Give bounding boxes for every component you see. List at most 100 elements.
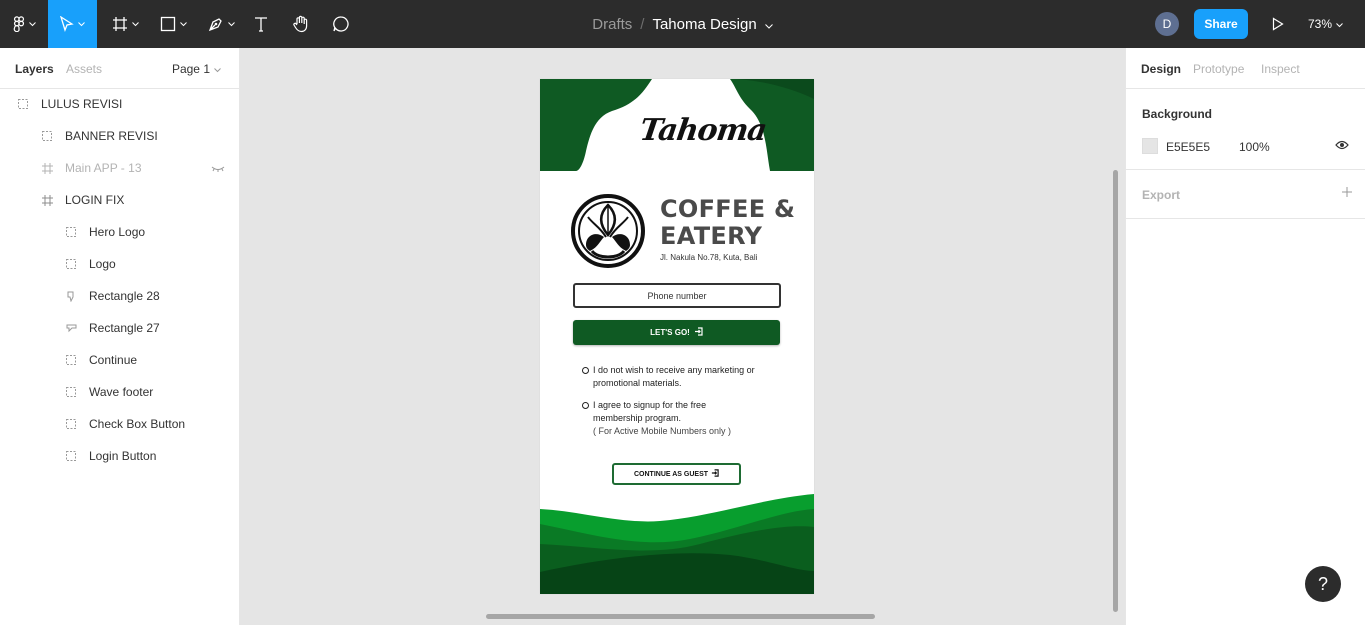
layer-row[interactable]: Login Button [0, 440, 239, 472]
layer-row[interactable]: Main APP - 13 [0, 152, 239, 184]
tab-prototype[interactable]: Prototype [1193, 62, 1244, 76]
layer-label: Rectangle 28 [89, 289, 160, 303]
background-hex-value[interactable]: E5E5E5 [1166, 140, 1210, 154]
top-toolbar: Drafts / Tahoma Design D Share 73% [0, 0, 1365, 48]
main-menu-button[interactable] [0, 0, 48, 48]
checkbox-label: I do not wish to receive any marketing o… [593, 365, 755, 375]
layer-label: Hero Logo [89, 225, 146, 239]
eye-closed-icon[interactable] [211, 162, 225, 176]
background-opacity[interactable]: 100% [1239, 140, 1270, 154]
horizontal-scrollbar[interactable] [486, 614, 875, 619]
layer-row[interactable]: Logo [0, 248, 239, 280]
text-tool-button[interactable] [248, 0, 274, 48]
checkbox-label: I agree to signup for the free [593, 400, 707, 410]
zoom-dropdown[interactable]: 73% [1308, 0, 1343, 48]
rectangle-icon [160, 16, 176, 32]
background-section: Background E5E5E5 100% [1126, 89, 1365, 170]
layer-row[interactable]: Rectangle 28 [0, 280, 239, 312]
pen-tool-button[interactable] [200, 0, 242, 48]
layer-label: Main APP - 13 [65, 161, 142, 175]
phone-number-input[interactable] [573, 283, 781, 308]
comment-tool-button[interactable] [328, 0, 354, 48]
play-icon [1272, 17, 1284, 31]
background-heading: Background [1142, 107, 1213, 121]
present-button[interactable] [1266, 0, 1290, 48]
shape-tool-button[interactable] [152, 0, 194, 48]
help-button[interactable]: ? [1305, 566, 1341, 602]
tab-assets[interactable]: Assets [66, 62, 102, 76]
chevron-down-icon [28, 21, 36, 27]
design-panel-tabs: Design Prototype Inspect [1126, 48, 1365, 89]
layer-row[interactable]: Wave footer [0, 376, 239, 408]
tab-layers[interactable]: Layers [15, 62, 54, 76]
layer-row[interactable]: Continue [0, 344, 239, 376]
group-icon [65, 450, 77, 462]
group-icon [65, 418, 77, 430]
group-icon [65, 258, 77, 270]
plus-icon[interactable] [1341, 186, 1353, 201]
layer-row[interactable]: BANNER REVISI [0, 120, 239, 152]
export-section: Export [1126, 170, 1365, 219]
layer-label: BANNER REVISI [65, 129, 158, 143]
membership-signup-checkbox[interactable]: I agree to signup for the free membershi… [582, 399, 731, 438]
file-title[interactable]: Tahoma Design [652, 16, 756, 33]
checkbox-note: ( For Active Mobile Numbers only ) [593, 426, 732, 436]
group-icon [65, 226, 77, 238]
breadcrumb-drafts[interactable]: Drafts [592, 16, 632, 33]
page-name: Page 1 [171, 62, 210, 76]
group-icon [65, 354, 77, 366]
hand-tool-button[interactable] [288, 0, 314, 48]
page-selector[interactable]: Page 1 [172, 62, 221, 76]
layer-row[interactable]: Rectangle 27 [0, 312, 239, 344]
layers-panel: Layers Assets Page 1 LULUS REVISI BANNER… [0, 48, 240, 625]
layer-label: LULUS REVISI [41, 97, 123, 111]
frame-icon [41, 162, 53, 174]
frame-icon [41, 194, 53, 206]
chevron-down-icon [131, 21, 139, 27]
brand-title-line2: EATERY [660, 222, 763, 250]
frame-tool-button[interactable] [104, 0, 146, 48]
layer-row[interactable]: Hero Logo [0, 216, 239, 248]
checkbox-label: promotional materials. [593, 378, 682, 388]
move-tool-button[interactable] [48, 0, 97, 48]
tab-design[interactable]: Design [1141, 62, 1181, 76]
lets-go-button[interactable]: LET'S GO! [573, 320, 780, 345]
group-icon [65, 386, 77, 398]
layer-label: Wave footer [89, 385, 154, 399]
cursor-icon [60, 16, 74, 32]
tahoma-logo: Tahoma [637, 113, 769, 148]
tab-inspect[interactable]: Inspect [1261, 62, 1300, 76]
coffee-emblem-logo [570, 193, 646, 274]
brand-title-line1: COFFEE & [660, 195, 796, 223]
eye-icon[interactable] [1335, 139, 1349, 153]
login-frame[interactable]: Tahoma COFFEE & EATERY Jl. Nakula No.78,… [540, 79, 814, 594]
marketing-optout-checkbox[interactable]: I do not wish to receive any marketing o… [582, 364, 755, 390]
breadcrumb-separator: / [640, 15, 645, 33]
share-button[interactable]: Share [1194, 9, 1248, 39]
checkbox-label: membership program. [593, 413, 682, 423]
brand-address: Jl. Nakula No.78, Kuta, Bali [660, 253, 758, 262]
chevron-down-icon[interactable] [764, 16, 773, 33]
layers-panel-tabs: Layers Assets Page 1 [0, 48, 239, 89]
login-icon [711, 469, 719, 479]
background-color-swatch[interactable] [1142, 138, 1158, 154]
layer-label: Check Box Button [89, 417, 186, 431]
layer-row[interactable]: LULUS REVISI [0, 88, 239, 120]
layer-row[interactable]: LOGIN FIX [0, 184, 239, 216]
layer-row[interactable]: Check Box Button [0, 408, 239, 440]
continue-as-guest-button[interactable]: CONTINUE AS GUEST [612, 463, 741, 485]
chevron-down-icon [1336, 17, 1343, 31]
brand-title: COFFEE & EATERY [660, 196, 795, 250]
pen-icon [208, 16, 224, 32]
chevron-down-icon [179, 21, 187, 27]
vertical-scrollbar[interactable] [1113, 170, 1118, 612]
user-avatar[interactable]: D [1155, 12, 1179, 36]
checkbox-circle[interactable] [582, 367, 589, 374]
checkbox-circle[interactable] [582, 402, 589, 409]
layer-label: Login Button [89, 449, 157, 463]
chevron-down-icon [227, 21, 235, 27]
layer-label: Rectangle 27 [89, 321, 160, 335]
vector-icon [65, 290, 77, 302]
group-icon [17, 98, 29, 110]
chevron-down-icon [214, 62, 221, 76]
